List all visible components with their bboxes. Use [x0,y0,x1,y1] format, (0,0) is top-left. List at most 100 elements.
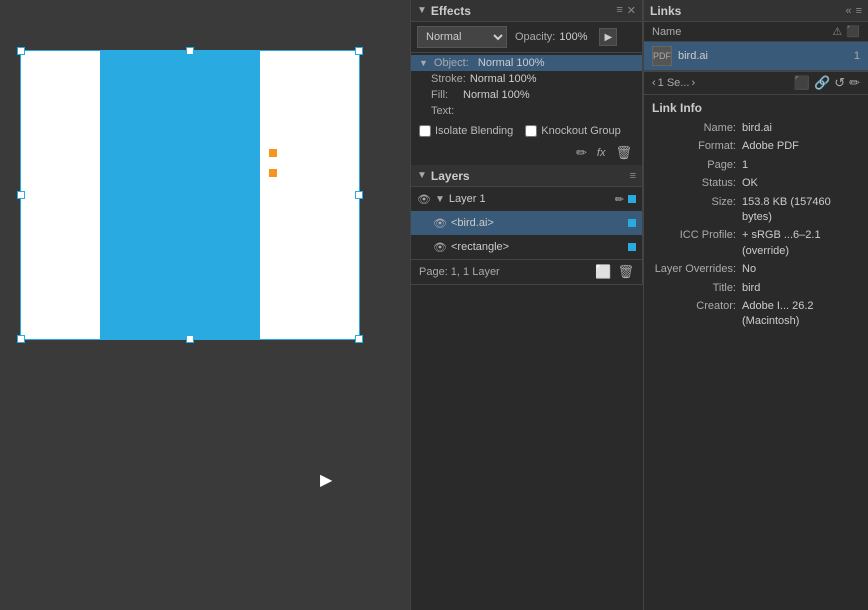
title-value: bird [742,281,860,296]
links-panel-title: Links [650,4,681,18]
page-label: Page: [652,158,742,173]
isolate-blend-text: Isolate Blending [435,125,513,137]
opacity-toggle[interactable]: ▶ [599,28,617,46]
link-info-status: Status: OK [652,176,860,191]
sort-icon[interactable]: ⚠ [832,25,842,38]
layer-item-rectangle[interactable]: 👁 <rectangle> [411,235,642,259]
layer1-expand[interactable]: ▼ [435,194,445,205]
edit-original-button[interactable]: ✏ [849,75,860,91]
object-value: Normal 100% [478,57,545,69]
goto-link-button[interactable]: 🔗 [814,75,830,91]
chevron-left-icon[interactable]: ‹ [652,77,656,89]
fx-label[interactable]: fx [595,145,608,161]
relink-icon[interactable]: ⬛ [846,25,860,38]
effects-panel: ▼ Effects ≡ ✕ Normal Opacity: 100% ▶ ▼ O… [411,0,643,285]
links-menu-icon[interactable]: ≡ [856,5,862,17]
name-label: Name: [652,121,742,136]
blue-rectangle [100,50,260,340]
links-name-column: Name [652,26,681,38]
artboard [20,50,360,340]
isolate-blend-checkbox[interactable] [419,125,431,137]
isolate-blend-label[interactable]: Isolate Blending [419,125,513,137]
stroke-label: Stroke: [419,73,466,85]
link-info-icc: ICC Profile: + sRGB ...6–2.1 (override) [652,228,860,259]
links-name-icons: ⚠ ⬛ [832,25,860,38]
stroke-row: Stroke: Normal 100% [411,71,642,87]
rectangle-name: <rectangle> [451,241,624,253]
link-info-name: Name: bird.ai [652,121,860,136]
link-info-page: Page: 1 [652,158,860,173]
knockout-group-label[interactable]: Knockout Group [525,125,621,137]
delete-layer-icon[interactable]: 🗑 [617,264,634,280]
layer1-color [628,195,636,203]
link-info-format: Format: Adobe PDF [652,139,860,154]
creator-value: Adobe I... 26.2 (Macintosh) [742,299,860,330]
cursor: ▶ [320,470,332,490]
status-value: OK [742,176,860,191]
object-label: Object: [434,57,474,69]
layers-list: 👁 ▼ Layer 1 ✏ 👁 <bird.ai> 👁 <rectangle> … [411,187,643,284]
layers-panel-header: ▼ Layers ≡ [411,165,642,187]
size-label: Size: [652,195,742,226]
object-arrow: ▼ [419,58,428,68]
blend-mode-select[interactable]: Normal [417,26,507,48]
effects-bottom-icons: ✏ fx 🗑 [411,141,642,165]
links-toolbar: ‹ 1 Se... › ⬛ 🔗 ↺ ✏ [644,71,868,95]
bird-name: <bird.ai> [451,217,624,229]
layers-panel-title: Layers [431,169,470,183]
fx-delete-icon[interactable]: 🗑 [613,143,634,163]
bird-color [628,219,636,227]
layer-overrides-value: No [742,262,860,277]
opacity-value: 100% [559,31,595,43]
layers-footer-text: Page: 1, 1 Layer [419,266,500,278]
links-panel: Links « ≡ Name ⚠ ⬛ PDF bird.ai 1 ‹ 1 Se.… [643,0,868,610]
layer1-name: Layer 1 [449,193,611,205]
rect-color [628,243,636,251]
effects-title-row: ▼ Effects [417,4,471,18]
knockout-group-text: Knockout Group [541,125,621,137]
layer-item-layer1[interactable]: 👁 ▼ Layer 1 ✏ [411,187,642,211]
layer-item-bird[interactable]: 👁 <bird.ai> [411,211,642,235]
links-toolbar-left: ‹ 1 Se... › [652,77,695,89]
effects-close-icon[interactable]: ✕ [627,4,636,17]
icc-label: ICC Profile: [652,228,742,259]
link-info-creator: Creator: Adobe I... 26.2 (Macintosh) [652,299,860,330]
link-info-title-row: Title: bird [652,281,860,296]
fx-edit-icon[interactable]: ✏ [574,143,589,163]
links-header: Links « ≡ [644,0,868,22]
layers-collapse-arrow[interactable]: ▼ [417,170,427,181]
visibility-icon-rect[interactable]: 👁 [433,240,447,254]
stroke-value: Normal 100% [470,73,537,85]
effects-menu-icon[interactable]: ≡ [616,4,622,17]
creator-label: Creator: [652,299,742,330]
link-filename: bird.ai [678,50,848,62]
knockout-group-checkbox[interactable] [525,125,537,137]
link-thumbnail: PDF [652,46,672,66]
layer-overrides-label: Layer Overrides: [652,262,742,277]
chevron-right-icon[interactable]: › [691,77,695,89]
link-page-num: 1 [854,50,860,62]
effects-collapse-arrow[interactable]: ▼ [417,5,427,16]
icc-value: + sRGB ...6–2.1 (override) [742,228,860,259]
link-info-title: Link Info [652,101,860,115]
relink-button[interactable]: ⬛ [794,75,810,91]
layers-menu-icon[interactable]: ≡ [630,170,636,182]
status-label: Status: [652,176,742,191]
visibility-icon-layer1[interactable]: 👁 [417,192,431,206]
links-expand-icon[interactable]: « [845,5,851,17]
fill-label: Fill: [419,89,459,101]
name-value: bird.ai [742,121,860,136]
visibility-icon-bird[interactable]: 👁 [433,216,447,230]
effects-panel-title: Effects [431,4,471,18]
effects-panel-icons: ≡ ✕ [616,4,636,17]
layers-title-row: ▼ Layers [417,169,470,183]
panels-container: ▼ Effects ≡ ✕ Normal Opacity: 100% ▶ ▼ O… [410,0,643,610]
text-label: Text: [419,105,459,117]
update-link-button[interactable]: ↺ [834,75,845,91]
link-info-size: Size: 153.8 KB (157460 bytes) [652,195,860,226]
effects-panel-header: ▼ Effects ≡ ✕ [411,0,642,22]
format-label: Format: [652,139,742,154]
link-item-bird[interactable]: PDF bird.ai 1 [644,42,868,71]
object-row: ▼ Object: Normal 100% [411,55,642,71]
new-layer-icon[interactable]: ⬜ [595,264,611,280]
